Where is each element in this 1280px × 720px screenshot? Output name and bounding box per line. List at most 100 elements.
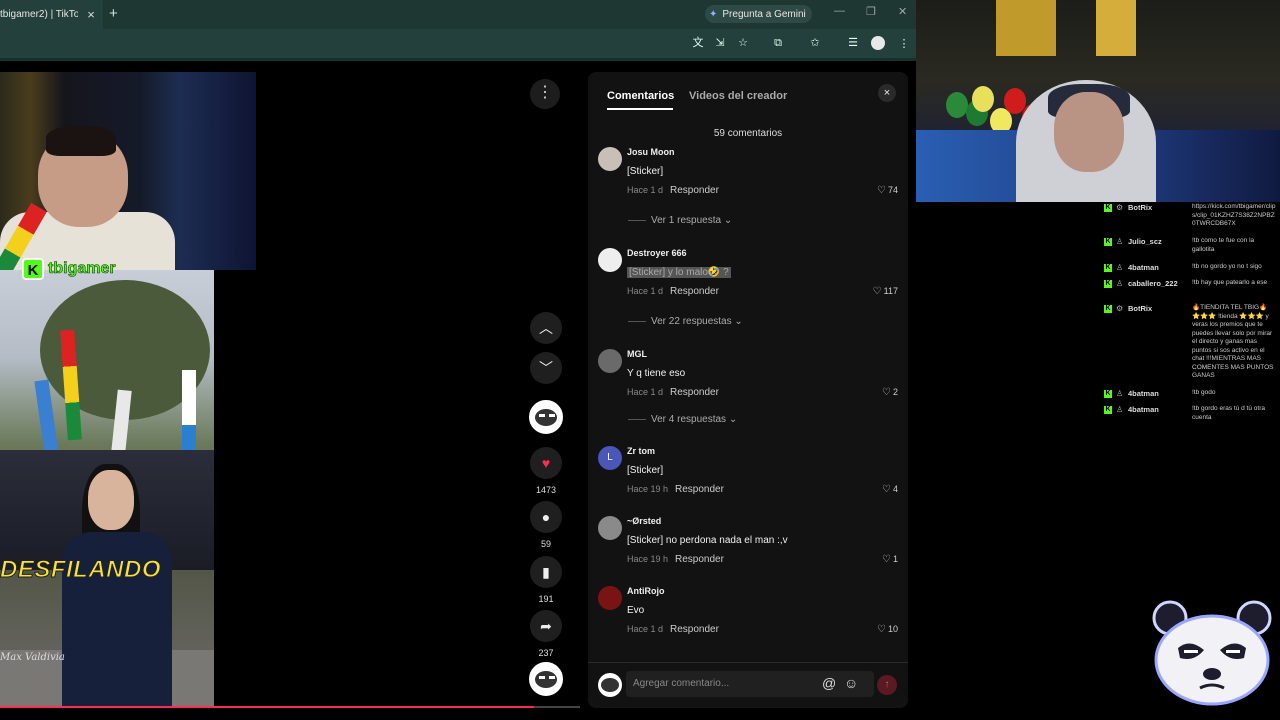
previous-video-button[interactable]: ︿: [530, 312, 562, 344]
emoji-icon[interactable]: ☺: [844, 675, 858, 691]
chat-username[interactable]: caballero_222: [1128, 279, 1178, 288]
comment-input[interactable]: Agregar comentario...: [626, 671, 874, 697]
panda-face: [535, 671, 557, 688]
video-caption: DESFILANDO: [0, 556, 161, 584]
view-replies-label: Ver 1 respuesta: [651, 215, 722, 226]
reply-button[interactable]: Responder: [675, 554, 724, 565]
view-replies-button[interactable]: Ver 4 respuestas ⌄: [628, 414, 737, 425]
kick-badge-icon: K: [1104, 406, 1112, 414]
gemini-button[interactable]: ✦ Pregunta a Gemini: [705, 5, 812, 23]
arrow-up-icon: ↑: [884, 679, 890, 690]
bookmark-star-icon[interactable]: ☆: [735, 35, 751, 51]
music-disc-avatar[interactable]: [529, 662, 563, 696]
minimize-icon[interactable]: —: [834, 5, 845, 17]
browser-tab-strip: tbigamer2) | TikTok × + ✦ Pregunta a Gem…: [0, 0, 916, 29]
user-icon: ♙: [1116, 263, 1124, 272]
tab-comments[interactable]: Comentarios: [607, 90, 674, 102]
user-avatar[interactable]: [598, 147, 622, 171]
webcam-hair: [46, 126, 116, 156]
share-button[interactable]: ➦: [530, 610, 562, 642]
chat-username[interactable]: BotRix: [1128, 304, 1152, 313]
tab-close-icon[interactable]: ×: [84, 7, 98, 22]
reply-button[interactable]: Responder: [670, 185, 719, 196]
browser-tab[interactable]: tbigamer2) | TikTok ×: [0, 0, 103, 29]
comment-like-button[interactable]: ♡ 74: [877, 185, 898, 196]
chevron-down-icon: ⌄: [734, 316, 743, 327]
profile-avatar[interactable]: [871, 36, 885, 50]
comment-time: Hace 1 d: [627, 185, 664, 195]
gemini-label: Pregunta a Gemini: [722, 8, 806, 20]
chat-text: !tb como te fue con la gallotita: [1192, 237, 1255, 253]
cast-icon[interactable]: ⇲: [712, 35, 728, 51]
comment-username[interactable]: Zr tom: [627, 446, 655, 456]
girl-face: [88, 470, 134, 530]
heart-outline-icon: ♡: [877, 185, 886, 196]
chat-username[interactable]: 4batman: [1128, 263, 1159, 272]
video-street-scene[interactable]: [0, 270, 214, 706]
bookmark-icon: ▮: [542, 563, 550, 580]
chat-username[interactable]: 4batman: [1128, 389, 1159, 398]
user-avatar[interactable]: [598, 248, 622, 272]
menu-icon[interactable]: ⋮: [896, 36, 912, 52]
creator-avatar[interactable]: [529, 400, 563, 434]
overlay-streamer-name: tbigamer: [48, 260, 116, 278]
comment-username[interactable]: AntiRojo: [627, 586, 665, 596]
chat-username[interactable]: 4batman: [1128, 405, 1159, 414]
user-avatar[interactable]: [598, 516, 622, 540]
comment-username[interactable]: ~Ørsted: [627, 516, 661, 526]
comment-time: Hace 19 h: [627, 554, 669, 564]
divider-line: [628, 320, 646, 322]
user-avatar[interactable]: [598, 349, 622, 373]
close-window-icon[interactable]: ✕: [898, 5, 907, 18]
translate-icon[interactable]: 文: [690, 35, 706, 51]
reply-button[interactable]: Responder: [670, 624, 719, 635]
kick-overlay-badge: K tbigamer: [22, 258, 116, 280]
tab-creator-videos[interactable]: Videos del creador: [689, 90, 787, 102]
send-button[interactable]: ↑: [877, 675, 897, 695]
comment-username[interactable]: Josu Moon: [627, 147, 675, 157]
next-video-button[interactable]: ﹀: [530, 352, 562, 384]
reading-list-icon[interactable]: ☰: [845, 35, 861, 51]
like-count: 1473: [535, 485, 557, 495]
favorites-icon[interactable]: ✩: [807, 35, 823, 51]
view-replies-button[interactable]: Ver 22 respuestas ⌄: [628, 316, 743, 327]
chevron-down-icon: ﹀: [539, 360, 553, 376]
close-panel-button[interactable]: ×: [878, 84, 896, 102]
comment-like-button[interactable]: ♡ 10: [877, 624, 898, 635]
new-tab-button[interactable]: +: [109, 5, 118, 22]
chat-username[interactable]: Julio_scz: [1128, 237, 1162, 246]
user-avatar[interactable]: L: [598, 446, 622, 470]
user-icon: ♙: [1116, 237, 1124, 246]
wall-panel: [1096, 0, 1136, 56]
chat-text: !tb godo: [1192, 389, 1216, 396]
user-avatar[interactable]: [598, 586, 622, 610]
comment-username[interactable]: MGL: [627, 349, 647, 359]
view-replies-button[interactable]: Ver 1 respuesta ⌄: [628, 215, 732, 226]
extensions-icon[interactable]: ⧉: [770, 35, 786, 51]
comment-like-button[interactable]: ♡ 4: [882, 484, 898, 495]
reply-button[interactable]: Responder: [675, 484, 724, 495]
view-replies-label: Ver 22 respuestas: [651, 316, 732, 327]
screen: tbigamer2) | TikTok × + ✦ Pregunta a Gem…: [0, 0, 1280, 720]
comment-text: Y q tiene eso: [627, 368, 686, 379]
chevron-up-icon: ︿: [539, 320, 553, 336]
reply-button[interactable]: Responder: [670, 286, 719, 297]
comment-like-button[interactable]: ♡ 117: [873, 286, 898, 297]
kick-badge-icon: K: [1104, 280, 1112, 288]
chat-text: https://kick.com/tbigamer/clips/clip_01K…: [1192, 203, 1276, 227]
bot-icon: ⚙: [1116, 203, 1124, 212]
reply-button[interactable]: Responder: [670, 387, 719, 398]
restore-icon[interactable]: ❐: [866, 5, 876, 18]
chat-username[interactable]: BotRix: [1128, 203, 1152, 212]
more-options-button[interactable]: ⋮: [530, 79, 560, 109]
comment-username[interactable]: Destroyer 666: [627, 248, 687, 258]
like-button[interactable]: ♥: [530, 447, 562, 479]
kick-badge-icon: K: [1104, 390, 1112, 398]
comment-like-button[interactable]: ♡ 2: [882, 387, 898, 398]
comment-like-button[interactable]: ♡ 1: [882, 554, 898, 565]
mention-icon[interactable]: @: [822, 675, 836, 691]
comment-bubble-icon: ●: [541, 509, 551, 525]
divider-line: [628, 219, 646, 221]
save-button[interactable]: ▮: [530, 556, 562, 588]
comment-button[interactable]: ●: [530, 501, 562, 533]
